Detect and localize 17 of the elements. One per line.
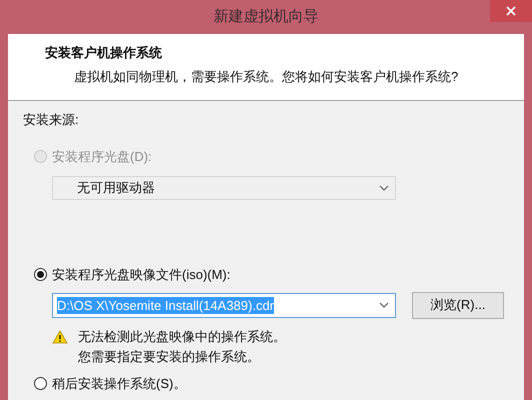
option-label: 安装程序光盘(D):	[52, 148, 152, 166]
option-label: 安装程序光盘映像文件(iso)(M):	[52, 266, 230, 284]
chevron-down-icon	[379, 302, 389, 308]
radio-button[interactable]	[34, 377, 47, 390]
section-label: 安装来源:	[23, 111, 80, 129]
option-label: 稍后安装操作系统(S)。	[52, 374, 186, 393]
warning-text: 无法检测此光盘映像中的操作系统。	[78, 328, 286, 346]
chevron-down-icon	[379, 184, 389, 190]
radio-button[interactable]	[34, 268, 47, 281]
header-title: 安装客户机操作系统	[45, 44, 163, 62]
close-icon	[506, 6, 516, 16]
window-title: 新建虚拟机向导	[214, 6, 318, 27]
warning-icon	[52, 330, 68, 344]
warning-text: 您需要指定要安装的操作系统。	[78, 348, 261, 366]
browse-button[interactable]: 浏览(R)...	[412, 292, 504, 318]
header-subtitle: 虚拟机如同物理机，需要操作系统。您将如何安装客户机操作系统?	[74, 68, 460, 86]
close-button[interactable]	[490, 0, 532, 22]
